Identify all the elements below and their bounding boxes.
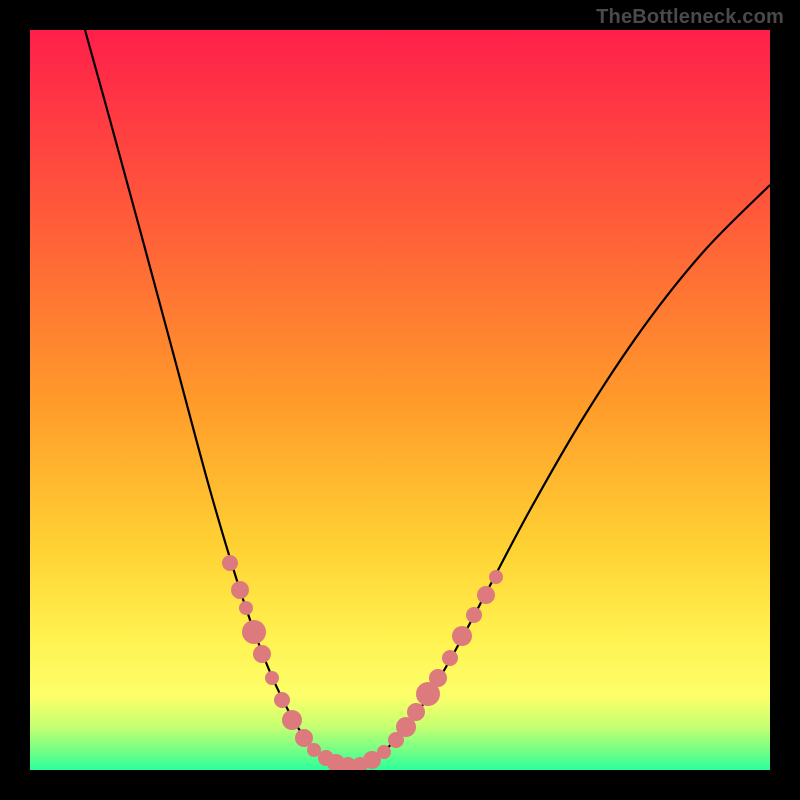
data-marker (239, 601, 253, 615)
data-marker (377, 745, 391, 759)
data-marker (222, 555, 238, 571)
watermark-label: TheBottleneck.com (596, 6, 784, 29)
chart-area (30, 30, 770, 770)
bottleneck-curve (85, 30, 770, 766)
chart-svg (30, 30, 770, 770)
data-marker (489, 570, 503, 584)
data-marker (452, 626, 472, 646)
data-marker (429, 669, 447, 687)
data-marker (231, 581, 249, 599)
data-marker (407, 703, 425, 721)
marker-group (222, 555, 503, 770)
data-marker (274, 692, 290, 708)
data-marker (253, 645, 271, 663)
data-marker (265, 671, 279, 685)
data-marker (477, 586, 495, 604)
data-marker (466, 607, 482, 623)
data-marker (242, 620, 266, 644)
data-marker (442, 650, 458, 666)
data-marker (282, 710, 302, 730)
